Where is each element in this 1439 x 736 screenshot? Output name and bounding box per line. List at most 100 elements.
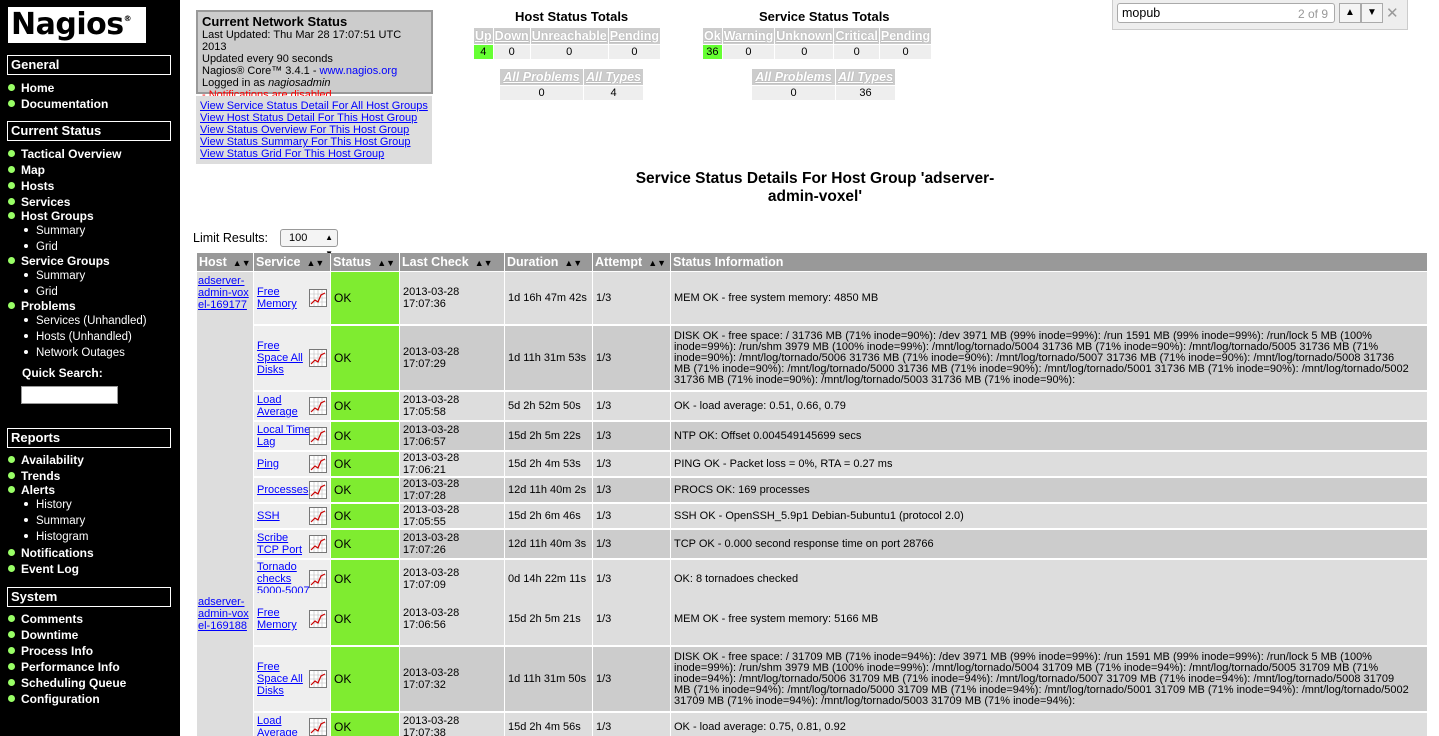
find-prev-button[interactable]: ▲ xyxy=(1339,3,1361,23)
nav-availability[interactable]: Availability xyxy=(8,453,84,467)
close-icon[interactable]: ✕ xyxy=(1386,4,1399,22)
host-down-count: 0 xyxy=(493,45,530,59)
nav-host-groups[interactable]: Host Groups xyxy=(8,209,94,223)
host-pending-header[interactable]: Pending xyxy=(608,28,661,44)
svc-pending-header[interactable]: Pending xyxy=(879,28,932,44)
performance-graph-icon[interactable] xyxy=(309,397,327,415)
nav-services-unhandled[interactable]: Services (Unhandled) xyxy=(24,315,147,327)
link-host-status-detail[interactable]: View Host Status Detail For This Host Gr… xyxy=(200,112,428,124)
svc-warning-header[interactable]: Warning xyxy=(722,28,775,44)
column-header-attempt[interactable]: Attempt ▲▼ xyxy=(593,253,670,271)
nav-service-groups-grid[interactable]: Grid xyxy=(24,286,58,298)
service-link[interactable]: Ping xyxy=(257,458,311,470)
last-check-cell-text: 2013-03-28 17:07:28 xyxy=(403,478,460,502)
nav-configuration[interactable]: Configuration xyxy=(8,692,100,706)
nav-tactical-overview[interactable]: Tactical Overview xyxy=(8,147,122,161)
nagios-org-link[interactable]: www.nagios.org xyxy=(320,65,398,77)
nagios-logo[interactable]: Nagios® xyxy=(7,6,147,44)
link-status-grid[interactable]: View Status Grid For This Host Group xyxy=(200,148,428,160)
quick-search-input[interactable] xyxy=(21,386,118,404)
column-header-service[interactable]: Service ▲▼ xyxy=(254,253,330,271)
sort-icon: ▲▼ xyxy=(306,258,325,268)
service-link[interactable]: Scribe TCP Port xyxy=(257,532,311,556)
host-all-types-header[interactable]: All Types xyxy=(584,69,643,85)
nav-alerts[interactable]: Alerts xyxy=(8,483,55,497)
performance-graph-icon[interactable] xyxy=(309,455,327,473)
nav-notifications[interactable]: Notifications xyxy=(8,546,94,560)
quick-search-label: Quick Search: xyxy=(22,366,103,380)
service-link[interactable]: Free Space All Disks xyxy=(257,340,311,376)
attempt-cell-text: 1/3 xyxy=(596,430,612,442)
performance-graph-icon[interactable] xyxy=(309,349,327,367)
service-link[interactable]: Processes xyxy=(257,484,311,496)
nav-event-log[interactable]: Event Log xyxy=(8,562,79,576)
nav-downtime[interactable]: Downtime xyxy=(8,628,78,642)
svc-unknown-header[interactable]: Unknown xyxy=(775,28,834,44)
nav-service-groups[interactable]: Service Groups xyxy=(8,254,110,268)
service-link[interactable]: Tornado checks 5000-5007 xyxy=(257,561,311,597)
nav-alerts-histogram[interactable]: Histogram xyxy=(24,531,88,543)
nav-service-groups-summary[interactable]: Summary xyxy=(24,270,85,282)
nav-network-outages[interactable]: Network Outages xyxy=(24,347,125,359)
performance-graph-icon[interactable] xyxy=(309,427,327,445)
limit-select[interactable]: 100▲▼ xyxy=(280,229,338,258)
host-link[interactable]: adserver-admin-voxel-169177 xyxy=(198,275,250,311)
column-header-duration[interactable]: Duration ▲▼ xyxy=(505,253,592,271)
find-next-button[interactable]: ▼ xyxy=(1361,3,1383,23)
duration-cell: 15d 2h 4m 56s xyxy=(505,713,592,736)
service-link[interactable]: SSH xyxy=(257,510,311,522)
nav-map[interactable]: Map xyxy=(8,163,45,177)
svc-ok-header[interactable]: Ok xyxy=(703,28,722,44)
service-link[interactable]: Local Time Lag xyxy=(257,424,311,448)
nav-problems[interactable]: Problems xyxy=(8,299,76,313)
host-unreachable-header[interactable]: Unreachable xyxy=(530,28,608,44)
performance-graph-icon[interactable] xyxy=(309,507,327,525)
nav-hosts[interactable]: Hosts xyxy=(8,179,54,193)
svc-all-problems-count: 0 xyxy=(752,86,835,100)
svc-critical-header[interactable]: Critical xyxy=(834,28,879,44)
find-input[interactable]: mopub 2 of 9 xyxy=(1117,3,1335,23)
nav-host-groups-grid[interactable]: Grid xyxy=(24,241,58,253)
nav-hosts-unhandled[interactable]: Hosts (Unhandled) xyxy=(24,331,132,343)
nav-performance-info[interactable]: Performance Info xyxy=(8,660,120,674)
nav-scheduling-queue[interactable]: Scheduling Queue xyxy=(8,676,126,690)
performance-graph-icon[interactable] xyxy=(309,535,327,553)
nav-home[interactable]: Home xyxy=(8,81,54,95)
last-check-cell-text: 2013-03-28 17:07:29 xyxy=(403,346,460,370)
column-header-status[interactable]: Status ▲▼ xyxy=(331,253,399,271)
nav-documentation[interactable]: Documentation xyxy=(8,97,108,111)
performance-graph-icon[interactable] xyxy=(309,670,327,688)
svc-all-problems-header[interactable]: All Problems xyxy=(752,69,835,85)
status-cell: OK xyxy=(331,272,399,324)
duration-cell: 12d 11h 40m 2s xyxy=(505,478,592,502)
host-all-problems-header[interactable]: All Problems xyxy=(500,69,583,85)
performance-graph-icon[interactable] xyxy=(309,718,327,736)
service-link[interactable]: Load Average xyxy=(257,715,311,736)
column-header-host[interactable]: Host ▲▼ xyxy=(197,253,253,271)
bullet-icon xyxy=(8,100,15,107)
service-link[interactable]: Free Space All Disks xyxy=(257,661,311,697)
duration-cell: 15d 2h 5m 22s xyxy=(505,422,592,450)
svc-all-types-header[interactable]: All Types xyxy=(836,69,895,85)
nav-services[interactable]: Services xyxy=(8,195,70,209)
link-all-host-groups[interactable]: View Service Status Detail For All Host … xyxy=(200,100,428,112)
link-status-overview[interactable]: View Status Overview For This Host Group xyxy=(200,124,428,136)
service-link[interactable]: Free Memory xyxy=(257,286,311,310)
performance-graph-icon[interactable] xyxy=(309,289,327,307)
nav-comments[interactable]: Comments xyxy=(8,612,83,626)
performance-graph-icon[interactable] xyxy=(309,610,327,628)
nav-alerts-history[interactable]: History xyxy=(24,499,72,511)
column-header-last-check[interactable]: Last Check ▲▼ xyxy=(400,253,504,271)
service-link[interactable]: Load Average xyxy=(257,394,311,418)
nav-host-groups-summary[interactable]: Summary xyxy=(24,225,85,237)
host-up-header[interactable]: Up xyxy=(474,28,493,44)
nav-trends[interactable]: Trends xyxy=(8,469,60,483)
service-link[interactable]: Free Memory xyxy=(257,607,311,631)
host-down-header[interactable]: Down xyxy=(493,28,530,44)
performance-graph-icon[interactable] xyxy=(309,481,327,499)
link-status-summary[interactable]: View Status Summary For This Host Group xyxy=(200,136,428,148)
performance-graph-icon[interactable] xyxy=(309,570,327,588)
nav-alerts-summary[interactable]: Summary xyxy=(24,515,85,527)
nav-process-info[interactable]: Process Info xyxy=(8,644,93,658)
host-link[interactable]: adserver-admin-voxel-169188 xyxy=(198,596,250,632)
